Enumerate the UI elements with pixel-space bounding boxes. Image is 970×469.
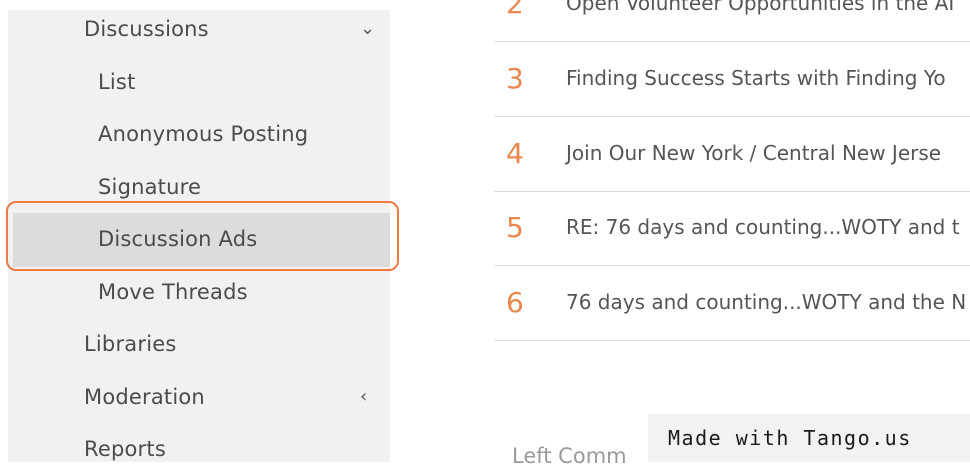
sidebar-item-reports[interactable]: Reports <box>8 429 390 469</box>
row-rank: 3 <box>506 62 524 95</box>
chevron-left-icon: ‹ <box>360 386 368 407</box>
row-title-link[interactable]: 76 days and counting...WOTY and the N <box>566 290 966 314</box>
chevron-down-icon: ⌄ <box>360 18 376 39</box>
sidebar-item-move-threads[interactable]: Move Threads <box>8 272 390 312</box>
sidebar-item-list[interactable]: List <box>8 62 390 102</box>
table-row[interactable]: 6 76 days and counting...WOTY and the N <box>494 266 970 341</box>
row-rank: 4 <box>506 137 524 170</box>
sidebar-item-anonymous-posting[interactable]: Anonymous Posting <box>8 114 390 154</box>
section-heading-partial: Left Comm <box>512 444 627 468</box>
row-title-link[interactable]: Join Our New York / Central New Jerse <box>566 141 941 165</box>
tango-watermark: Made with Tango.us <box>648 414 970 462</box>
sidebar-item-label: Reports <box>84 437 166 461</box>
row-title-link[interactable]: Open Volunteer Opportunities in the AI <box>566 0 954 15</box>
sidebar-item-label: Move Threads <box>98 280 248 304</box>
row-rank: 6 <box>506 286 524 319</box>
sidebar-item-label: Anonymous Posting <box>98 122 309 146</box>
row-title-link[interactable]: RE: 76 days and counting...WOTY and t <box>566 215 960 239</box>
table-row[interactable]: 3 Finding Success Starts with Finding Yo <box>494 42 970 117</box>
row-rank: 5 <box>506 211 524 244</box>
row-title-link[interactable]: Finding Success Starts with Finding Yo <box>566 66 946 90</box>
sidebar-item-discussions[interactable]: Discussions ⌄ <box>8 9 390 49</box>
sidebar-item-label: Discussions <box>84 17 209 41</box>
sidebar-item-label: Libraries <box>84 332 177 356</box>
table-row[interactable]: 5 RE: 76 days and counting...WOTY and t <box>494 191 970 266</box>
step-highlight-box <box>6 201 399 271</box>
sidebar-item-label: List <box>98 70 136 94</box>
table-row[interactable]: 4 Join Our New York / Central New Jerse <box>494 117 970 192</box>
sidebar-item-label: Moderation <box>84 385 205 409</box>
sidebar-item-libraries[interactable]: Libraries <box>8 324 390 364</box>
sidebar-item-moderation[interactable]: Moderation ‹ <box>8 377 390 417</box>
discussion-list: 2 Open Volunteer Opportunities in the AI… <box>494 0 970 341</box>
table-row[interactable]: 2 Open Volunteer Opportunities in the AI <box>494 0 970 42</box>
row-rank: 2 <box>506 0 524 20</box>
